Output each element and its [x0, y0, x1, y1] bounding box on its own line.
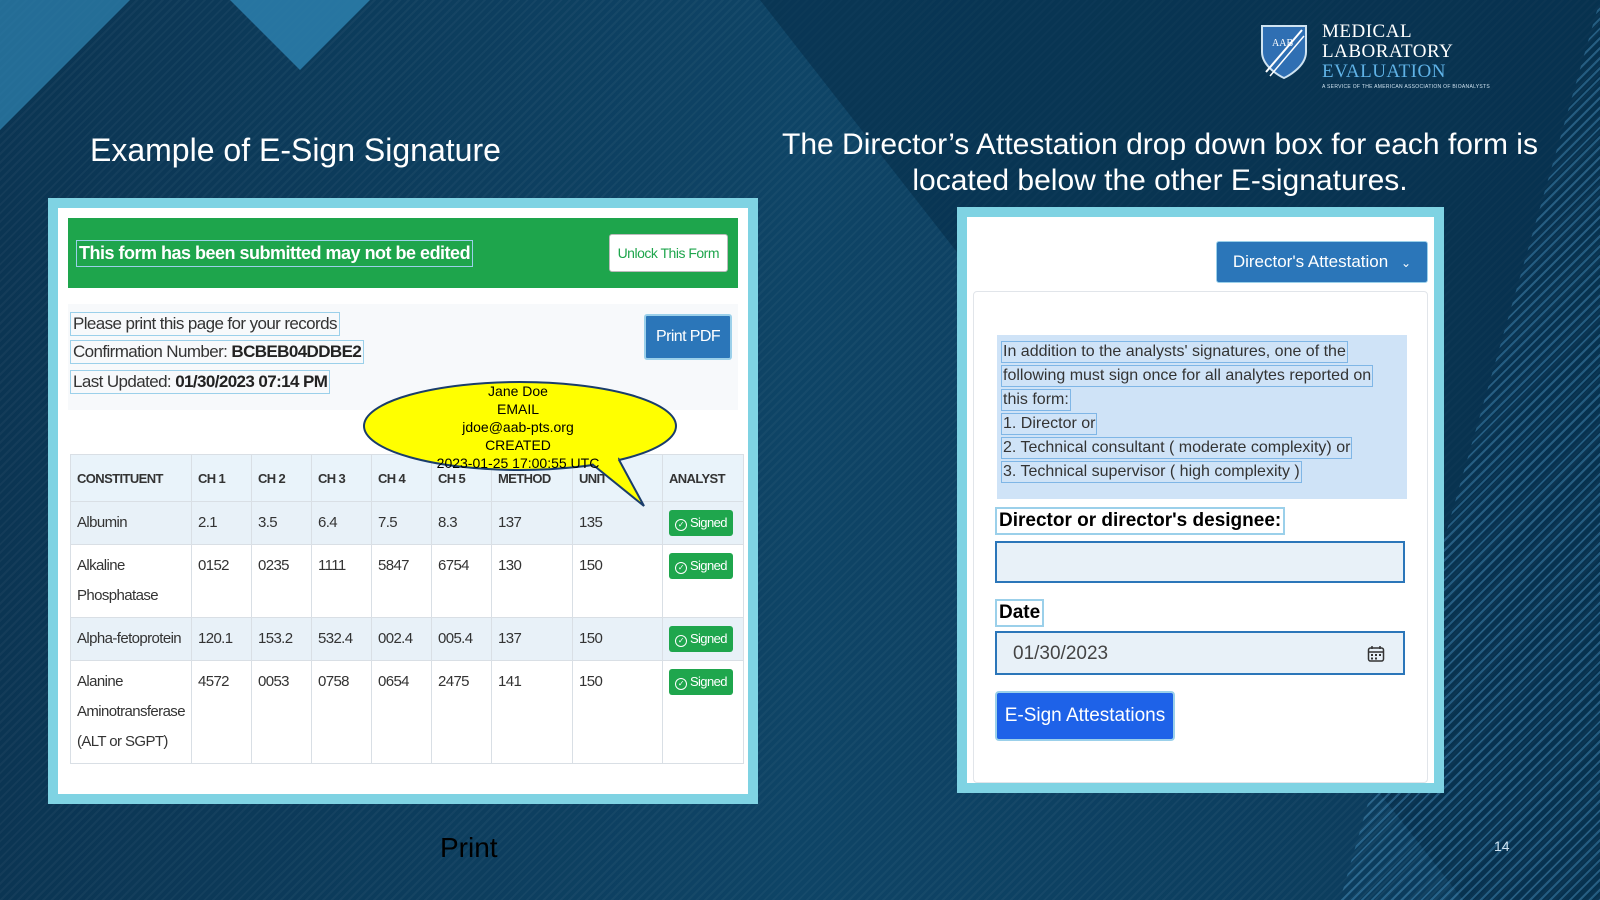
ch4-cell: 0654: [370, 660, 432, 764]
signature-callout-text: Jane Doe EMAIL jdoe@aab-pts.org CREATED …: [368, 382, 668, 472]
ch2-cell: 153.2: [250, 617, 312, 661]
info-line: 3. Technical supervisor ( high complexit…: [1001, 461, 1302, 483]
mle-logo: AAB MEDICAL LABORATORY EVALUATION A SERV…: [1258, 22, 1490, 90]
attestation-info-box: In addition to the analysts' signatures,…: [997, 335, 1407, 499]
info-line: 2. Technical consultant ( moderate compl…: [1001, 437, 1353, 459]
print-pdf-button[interactable]: Print PDF: [644, 314, 732, 360]
designee-input[interactable]: [995, 541, 1405, 583]
confirmation-number: Confirmation Number: BCBEB04DDBE2: [70, 340, 365, 364]
col-header-constituent: CONSTITUENT: [70, 454, 192, 502]
esign-attestations-button[interactable]: E-Sign Attestations: [995, 691, 1175, 741]
signed-badge[interactable]: ✓ Signed: [668, 553, 733, 579]
date-label: Date: [995, 599, 1045, 627]
ch1-cell: 120.1: [190, 617, 252, 661]
submitted-message: This form has been submitted may not be …: [76, 239, 474, 267]
confirmation-label: Confirmation Number:: [73, 342, 232, 361]
check-circle-icon: ✓: [674, 562, 687, 574]
table-row: Alkaline Phosphatase 0152 0235 1111 5847…: [70, 544, 745, 618]
print-caption: Print: [440, 832, 498, 863]
unlock-form-button[interactable]: Unlock This Form: [608, 234, 728, 272]
ch1-cell: 0152: [190, 544, 252, 618]
signed-label: Signed: [689, 558, 727, 573]
info-line: In addition to the analysts' signatures,…: [1001, 341, 1348, 363]
ch3-cell: 532.4: [310, 617, 372, 661]
ch3-cell: 0758: [310, 660, 372, 764]
ch1-cell: 2.1: [190, 501, 252, 545]
last-updated: Last Updated: 01/30/2023 07:14 PM: [70, 370, 331, 394]
ch5-cell: 2475: [430, 660, 492, 764]
ch2-cell: 0235: [250, 544, 312, 618]
method-cell: 137: [490, 617, 573, 661]
ch4-cell: 5847: [370, 544, 432, 618]
col-header-ch1: CH 1: [190, 454, 252, 502]
callout-created: 2023-01-25 17:00:55 UTC: [436, 455, 600, 471]
info-line: 1. Director or: [1001, 413, 1098, 435]
ch3-cell: 1111: [310, 544, 372, 618]
col-header-ch2: CH 2: [250, 454, 312, 502]
print-notice: Please print this page for your records: [70, 312, 340, 336]
analyst-cell: ✓ Signed: [661, 544, 745, 618]
shield-logo-icon: AAB: [1261, 25, 1307, 80]
date-input[interactable]: 01/30/2023: [995, 631, 1405, 675]
unit-cell: 150: [571, 544, 663, 618]
method-cell: 130: [490, 544, 573, 618]
signed-badge[interactable]: ✓ Signed: [668, 669, 733, 695]
callout-created-label: CREATED: [485, 437, 551, 453]
right-title: The Director’s Attestation drop down box…: [782, 128, 1538, 197]
updated-label: Last Updated:: [73, 372, 176, 391]
constituent-cell: Alanine Aminotransferase (ALT or SGPT): [70, 660, 192, 764]
logo-tagline: A SERVICE OF THE AMERICAN ASSOCIATION OF…: [1322, 84, 1491, 90]
ch1-cell: 4572: [190, 660, 252, 764]
submitted-banner: This form has been submitted may not be …: [68, 218, 738, 288]
signed-label: Signed: [689, 674, 727, 689]
decor-triangle-top: [230, 0, 370, 70]
calendar-icon[interactable]: [1367, 645, 1385, 663]
unit-cell: 150: [571, 617, 663, 661]
ch5-cell: 6754: [430, 544, 492, 618]
callout-email-label: EMAIL: [496, 401, 539, 417]
directors-attestation-dropdown[interactable]: Director's Attestation ⌄: [1215, 241, 1428, 283]
ch4-cell: 002.4: [370, 617, 432, 661]
logo-line-1: MEDICAL: [1322, 21, 1413, 42]
ch2-cell: 3.5: [250, 501, 312, 545]
check-circle-icon: ✓: [674, 519, 687, 531]
shield-letters: AAB: [1272, 38, 1293, 49]
attestation-screenshot-panel: Director's Attestation ⌄ In addition to …: [957, 207, 1444, 793]
ch5-cell: 005.4: [430, 617, 492, 661]
ch2-cell: 0053: [250, 660, 312, 764]
designee-label: Director or director's designee:: [995, 507, 1286, 535]
info-line: this form:: [1001, 389, 1071, 411]
callout-name: Jane Doe: [488, 383, 548, 399]
dropdown-label: Director's Attestation: [1232, 252, 1389, 271]
constituent-cell: Albumin: [70, 501, 192, 545]
logo-line-2: LABORATORY: [1322, 41, 1454, 62]
updated-value: 01/30/2023 07:14 PM: [175, 372, 328, 391]
logo-line-3: EVALUATION: [1322, 61, 1446, 82]
constituent-cell: Alkaline Phosphatase: [70, 544, 192, 618]
date-value: 01/30/2023: [1013, 643, 1109, 664]
callout-email: jdoe@aab-pts.org: [462, 419, 574, 435]
info-line: following must sign once for all analyte…: [1001, 365, 1374, 387]
check-circle-icon: ✓: [674, 635, 687, 647]
signed-label: Signed: [689, 515, 727, 530]
analyst-cell: ✓ Signed: [661, 660, 745, 764]
table-row: Alanine Aminotransferase (ALT or SGPT) 4…: [70, 660, 745, 764]
table-row: Alpha-fetoprotein 120.1 153.2 532.4 002.…: [70, 617, 745, 661]
confirmation-value: BCBEB04DDBE2: [231, 342, 362, 361]
signed-badge[interactable]: ✓ Signed: [668, 626, 733, 652]
slide-number: 14: [1494, 838, 1510, 854]
decor-triangle-left: [0, 0, 130, 130]
signed-label: Signed: [689, 631, 727, 646]
analyst-cell: ✓ Signed: [661, 617, 745, 661]
constituent-cell: Alpha-fetoprotein: [70, 617, 192, 661]
check-circle-icon: ✓: [674, 678, 687, 690]
unit-cell: 150: [571, 660, 663, 764]
method-cell: 141: [490, 660, 573, 764]
chevron-down-icon: ⌄: [1400, 256, 1411, 270]
left-title: Example of E-Sign Signature: [90, 132, 501, 168]
